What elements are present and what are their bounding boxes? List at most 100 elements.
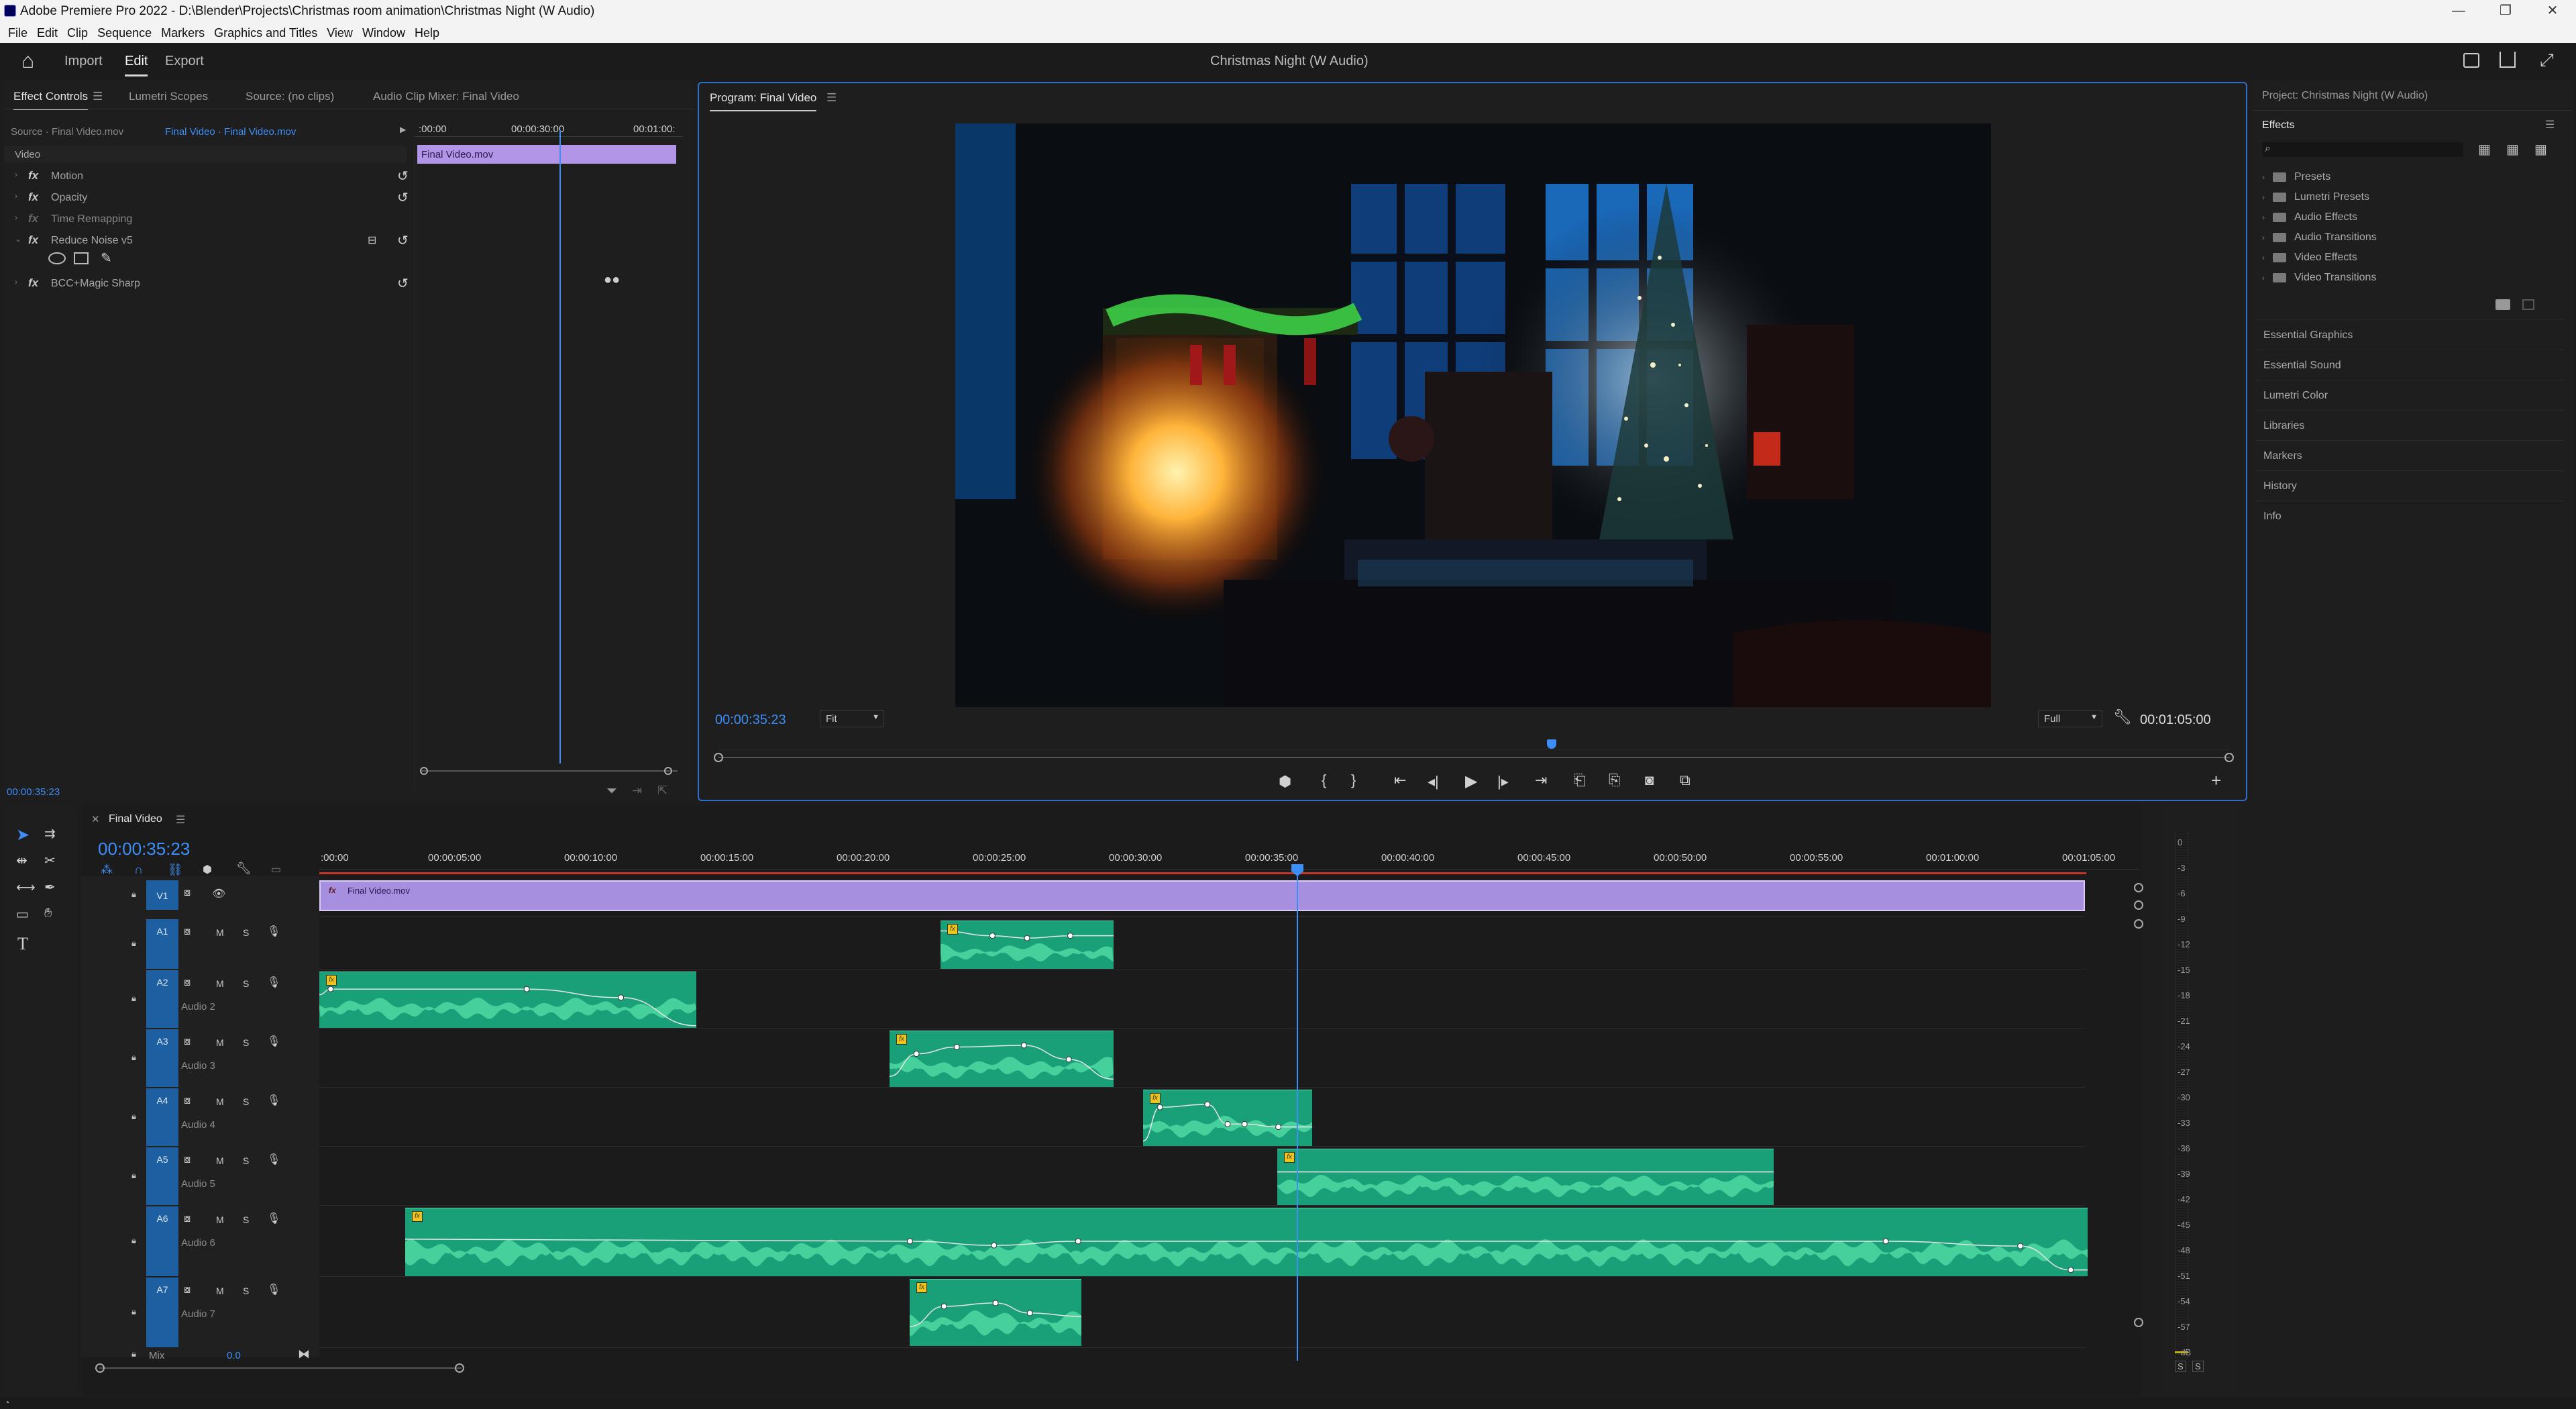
snap-icon[interactable]: ∩ (134, 863, 143, 877)
scroll-handle[interactable] (95, 1363, 105, 1373)
captions-icon[interactable]: ▭ (271, 863, 281, 876)
track-target-badge[interactable]: A1 (146, 919, 178, 969)
keyframe-point[interactable] (992, 1300, 999, 1306)
keyframe-point[interactable] (1882, 1238, 1889, 1245)
nest-icon[interactable]: ⁂ (101, 863, 113, 877)
workspace-import[interactable]: Import (64, 54, 103, 69)
fx-badge-icon[interactable]: fx (947, 924, 958, 935)
panel-menu-icon[interactable]: ☰ (176, 813, 185, 827)
audio-clip[interactable]: fx (319, 972, 696, 1028)
timeline-zoom-scrollbar[interactable] (99, 1367, 462, 1369)
lift-icon[interactable]: ⎗ (1574, 772, 1586, 789)
track-target-badge[interactable]: A5 (146, 1147, 178, 1205)
solo-button[interactable]: S (243, 927, 249, 938)
audio-clip[interactable]: fx (1143, 1090, 1312, 1146)
tab-effects[interactable]: Effects (2262, 119, 2295, 132)
fx-icon[interactable]: fx (28, 169, 38, 182)
audio-clip[interactable]: fx (941, 921, 1114, 969)
track-target-badge[interactable]: A4 (146, 1088, 178, 1146)
yuv-effects-icon[interactable]: ▦ (2534, 141, 2547, 158)
menu-graphics[interactable]: Graphics and Titles (214, 26, 317, 40)
mark-in-icon[interactable]: { (1322, 772, 1326, 789)
microphone-icon[interactable]: 🎙︎ (267, 1283, 280, 1296)
track-target-badge[interactable]: V1 (146, 880, 178, 910)
keyframe-point[interactable] (991, 1242, 998, 1249)
rectangle-mask-icon[interactable] (74, 252, 89, 264)
keyframe-point[interactable] (1204, 1101, 1211, 1108)
effects-tree-lumetri-presets[interactable]: › Lumetri Presets (2262, 191, 2369, 203)
project-title-tab[interactable]: Project: Christmas Night (W Audio) (2262, 90, 2428, 102)
keyframe-point[interactable] (327, 986, 334, 992)
keyframe-point[interactable] (1024, 935, 1030, 941)
mix-value[interactable]: 0.0 (227, 1350, 241, 1361)
quick-export-icon[interactable] (2463, 53, 2479, 68)
toggle-sync-lock-icon[interactable]: ⧇ (184, 926, 191, 938)
video-clip[interactable]: fx Final Video.mov (319, 880, 2085, 911)
add-marker-icon[interactable]: ⬢ (203, 863, 212, 876)
reset-icon[interactable]: ↺ (397, 275, 409, 292)
scroll-handle[interactable] (2134, 900, 2143, 910)
expand-chevron-icon[interactable]: › (15, 277, 17, 286)
program-playhead[interactable] (1547, 739, 1556, 749)
go-to-out-icon[interactable]: ⇥ (1535, 772, 1547, 789)
panel-menu-icon[interactable]: ☰ (826, 91, 837, 105)
section-info[interactable]: Info (2255, 501, 2564, 530)
toggle-sync-lock-icon[interactable]: ⧇ (184, 1036, 191, 1048)
scroll-handle[interactable] (2134, 1318, 2143, 1327)
reset-icon[interactable]: ↺ (397, 189, 409, 206)
step-back-icon[interactable]: ◂| (1428, 773, 1439, 790)
menu-file[interactable]: File (8, 26, 28, 40)
fx-badge-icon[interactable]: fx (1284, 1152, 1295, 1163)
keyframe-point[interactable] (2068, 1267, 2074, 1273)
keyframe-point[interactable] (1224, 1120, 1231, 1127)
tab-source[interactable]: Source: (no clips) (246, 90, 334, 103)
sequence-clip-label[interactable]: Final Video · Final Video.mov (165, 126, 296, 138)
keyframe-point[interactable] (1020, 1042, 1027, 1049)
playhead-line[interactable] (559, 130, 561, 764)
effect-row-time-remapping[interactable]: › fx Time Remapping (4, 208, 407, 229)
solo-right-button[interactable]: S (2192, 1361, 2204, 1372)
solo-button[interactable]: S (243, 1214, 249, 1225)
effect-row-motion[interactable]: › fx Motion ↺ (4, 165, 409, 187)
play-icon[interactable]: ▶ (1465, 772, 1477, 791)
timeline-timecode[interactable]: 00:00:35:23 (98, 839, 190, 859)
mark-out-icon[interactable]: } (1351, 772, 1356, 789)
lock-icon[interactable]: 🔒︎ (131, 1349, 136, 1359)
rectangle-tool-icon[interactable]: ▭ (16, 906, 29, 923)
keyframe-point[interactable] (1065, 1056, 1072, 1063)
microphone-icon[interactable]: 🎙︎ (267, 1094, 280, 1107)
menu-sequence[interactable]: Sequence (97, 26, 152, 40)
mute-button[interactable]: M (216, 1155, 224, 1166)
close-button[interactable]: ✕ (2529, 0, 2576, 23)
solo-button[interactable]: S (243, 1037, 249, 1048)
lock-icon[interactable]: 🔒︎ (131, 938, 136, 949)
ripple-edit-tool-icon[interactable]: ⇹ (16, 852, 28, 869)
effects-tree-video-transitions[interactable]: › Video Transitions (2262, 272, 2376, 284)
collapse-chevron-icon[interactable]: ⌄ (15, 234, 21, 244)
keyframe-point[interactable] (989, 933, 996, 939)
effect-row-reduce-noise[interactable]: ⌄ fx Reduce Noise v5 ⊟ ↺ (4, 229, 409, 251)
effects-tree-video-effects[interactable]: › Video Effects (2262, 252, 2357, 264)
solo-button[interactable]: S (243, 1155, 249, 1166)
toggle-sync-lock-icon[interactable]: ⧇ (184, 1213, 191, 1225)
track-select-tool-icon[interactable]: ⇉ (44, 825, 56, 842)
lock-icon[interactable]: 🔒︎ (131, 1306, 136, 1317)
tab-program[interactable]: Program: Final Video (710, 91, 817, 111)
tab-sequence[interactable]: Final Video (109, 813, 162, 825)
fx-badge-icon[interactable]: fx (412, 1211, 423, 1222)
program-video-frame[interactable] (955, 123, 1991, 707)
mute-button[interactable]: M (216, 1214, 224, 1225)
export-frame-icon[interactable]: ◙ (1645, 772, 1654, 789)
filter-icon[interactable]: ⏷ (606, 784, 617, 799)
mute-button[interactable]: M (216, 1286, 224, 1296)
scrub-end-handle[interactable] (2224, 753, 2234, 762)
toggle-sync-lock-icon[interactable]: ⧇ (184, 887, 191, 899)
fullscreen-icon[interactable]: ⤢ (2540, 50, 2554, 71)
workspace-export[interactable]: Export (165, 54, 204, 69)
status-icon[interactable]: ◔ (4, 1397, 9, 1408)
new-bin-icon[interactable] (2496, 299, 2510, 310)
scroll-handle[interactable] (2134, 883, 2143, 892)
section-essential-graphics[interactable]: Essential Graphics (2255, 319, 2564, 349)
menu-view[interactable]: View (327, 26, 353, 40)
panel-menu-icon[interactable]: ☰ (93, 90, 103, 103)
